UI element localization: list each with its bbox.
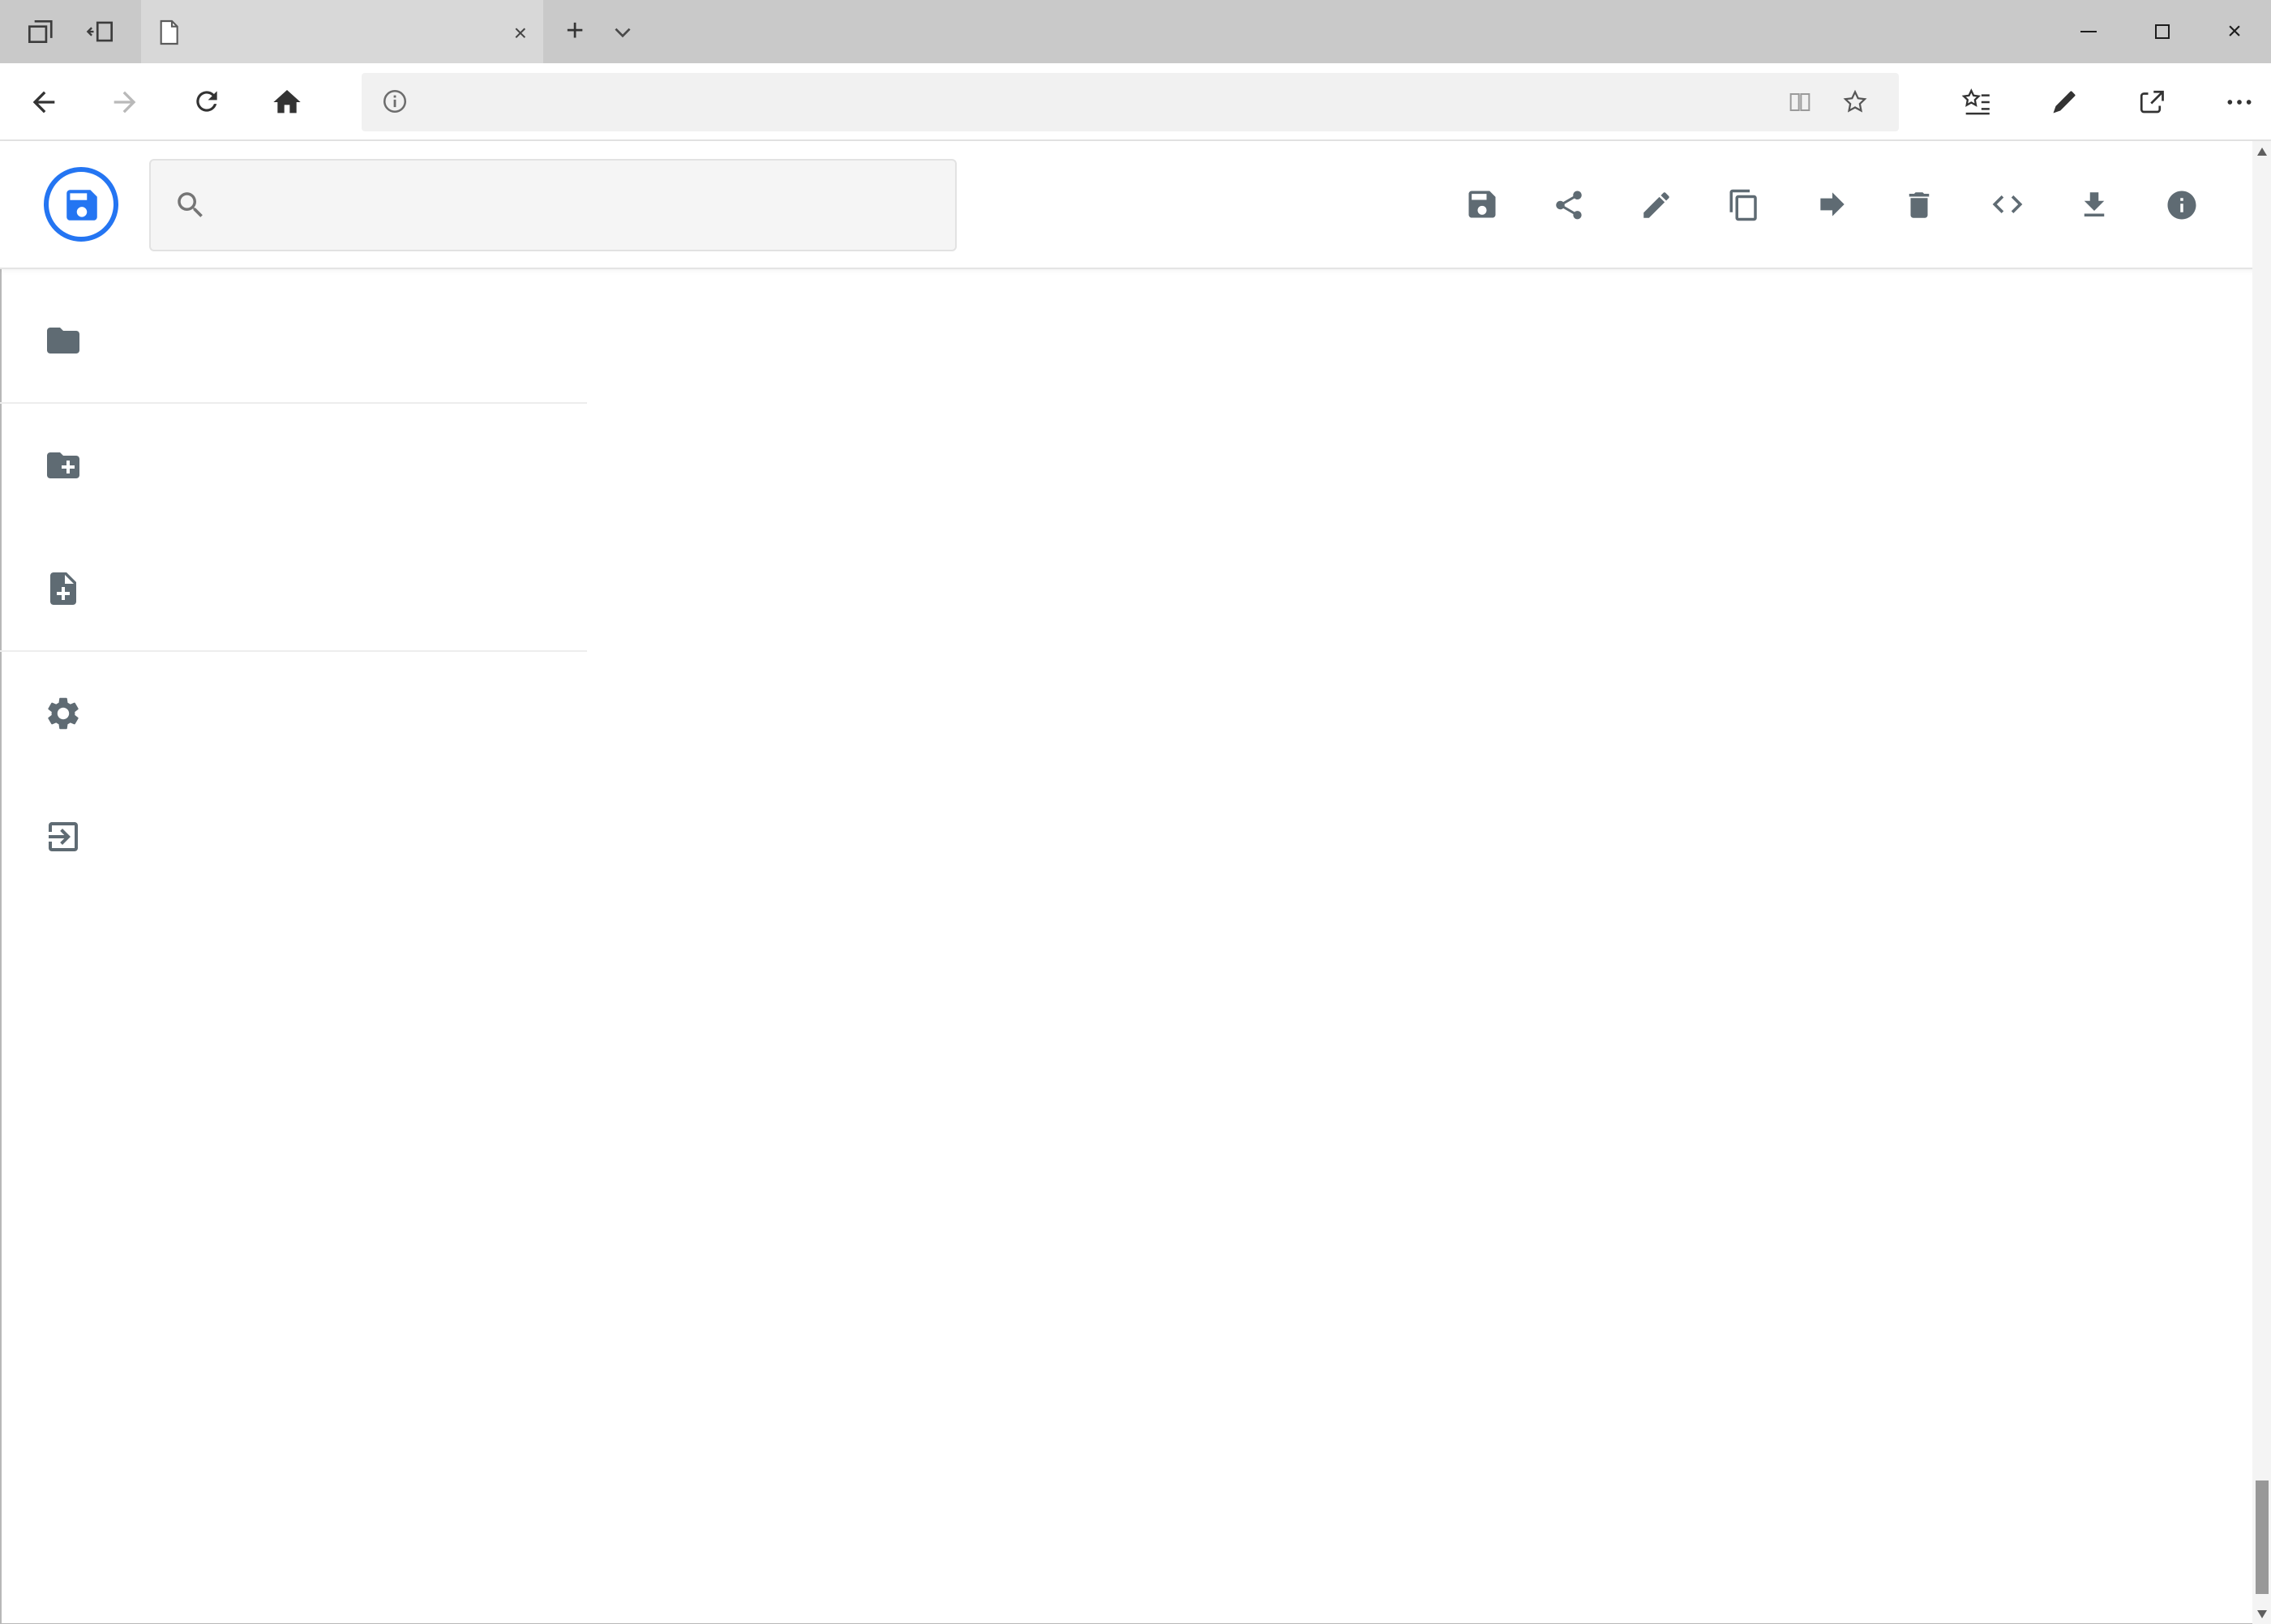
copy-button[interactable] [1726, 186, 1762, 222]
new-folder-icon [44, 446, 83, 485]
set-aside-icon [85, 16, 116, 47]
close-window-button[interactable]: × [2198, 0, 2271, 63]
trash-icon [1909, 191, 1930, 217]
sidebar [0, 269, 587, 1624]
more-icon [2227, 99, 2252, 104]
app-body [0, 269, 2271, 1624]
share-page-button[interactable] [2119, 66, 2184, 137]
page-favicon-icon [157, 19, 180, 45]
reading-view-icon [1789, 92, 1810, 110]
file-toolbar [1463, 141, 2200, 268]
more-menu-button[interactable] [2207, 66, 2271, 137]
favorites-hub-button[interactable] [1944, 66, 2009, 137]
search-input[interactable] [230, 189, 932, 220]
minimize-button[interactable] [2052, 0, 2125, 63]
minimize-icon [2080, 31, 2097, 32]
sidebar-item-new-file[interactable] [0, 527, 587, 650]
move-button[interactable] [1814, 186, 1849, 222]
scrollbar-thumb[interactable] [2255, 1480, 2268, 1594]
forward-button[interactable] [89, 66, 161, 137]
filebrowser-header [0, 141, 2271, 269]
tab-close-icon[interactable]: × [514, 20, 527, 43]
download-icon [2084, 191, 2105, 216]
sidebar-item-settings[interactable] [0, 652, 587, 775]
reading-view-button[interactable] [1772, 74, 1828, 129]
maximize-button[interactable] [2125, 0, 2198, 63]
maximize-icon [2154, 24, 2169, 39]
download-button[interactable] [2076, 186, 2112, 222]
refresh-button[interactable] [170, 66, 242, 137]
folder-icon [44, 321, 83, 360]
add-favorite-button[interactable] [1828, 74, 1883, 129]
filebrowser-logo[interactable] [44, 167, 118, 242]
sidebar-item-my-files[interactable] [0, 279, 587, 402]
home-button[interactable] [251, 66, 323, 137]
nav-right-actions [1944, 66, 2271, 137]
tab-bar-left-actions [0, 0, 141, 63]
floppy-logo-icon [66, 189, 96, 220]
browser-tab-wizard-sh[interactable]: × [141, 0, 543, 63]
new-tab-button[interactable]: + [566, 16, 584, 47]
share-button[interactable] [1551, 186, 1587, 222]
browser-window: × + × [0, 0, 2271, 1624]
copy-icon [1729, 188, 1757, 221]
page-scrollbar[interactable] [2252, 141, 2271, 1624]
close-icon: × [2227, 18, 2242, 45]
scroll-up-arrow-icon[interactable] [2252, 141, 2271, 162]
star-icon [1843, 88, 1867, 112]
site-info-icon[interactable] [381, 88, 409, 115]
sidebar-footer [0, 966, 587, 996]
save-button[interactable] [1463, 186, 1499, 222]
set-tabs-aside-button[interactable] [76, 7, 125, 56]
pen-icon [2053, 90, 2076, 113]
address-bar[interactable] [362, 72, 1899, 131]
pencil-icon [1643, 191, 1669, 217]
rename-button[interactable] [1639, 186, 1674, 222]
share-arrow-icon [2140, 89, 2164, 113]
source-view-button[interactable] [1989, 186, 2025, 222]
delete-button[interactable] [1901, 186, 1937, 222]
gear-icon [44, 694, 83, 733]
code-icon [1991, 195, 2022, 213]
tab-bar-right-actions: + [543, 0, 639, 63]
search-icon [174, 187, 208, 221]
new-file-icon [44, 569, 83, 608]
window-controls: × [2052, 0, 2271, 63]
logout-icon [44, 817, 83, 856]
info-icon [2167, 190, 2196, 219]
stacked-tabs-icon [24, 16, 54, 47]
annotate-button[interactable] [2032, 66, 2097, 137]
sidebar-item-logout[interactable] [0, 775, 587, 898]
saved-tabs-button[interactable] [15, 7, 63, 56]
forward-arrow-icon [1819, 192, 1844, 216]
tab-bar: × + × [0, 0, 2271, 63]
back-button[interactable] [8, 66, 79, 137]
tab-preview-chevron-icon[interactable] [606, 7, 639, 56]
browser-nav-bar [0, 63, 2271, 141]
share-icon [1556, 190, 1582, 219]
info-button[interactable] [2164, 186, 2200, 222]
search-box[interactable] [149, 158, 957, 251]
sidebar-item-new-folder[interactable] [0, 404, 587, 527]
save-icon [1468, 191, 1495, 218]
hub-star-icon [1961, 88, 1990, 114]
scroll-down-arrow-icon[interactable] [2252, 1603, 2271, 1624]
code-editor[interactable] [587, 269, 2271, 1624]
